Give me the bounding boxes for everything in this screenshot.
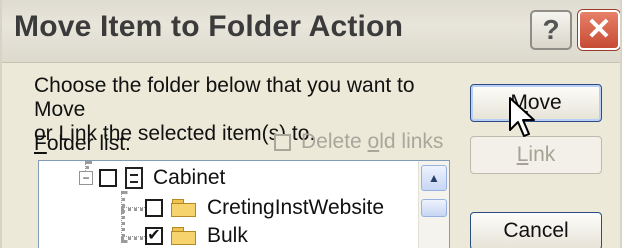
close-icon: ✕ xyxy=(586,13,612,46)
arrow-up-icon: ▲ xyxy=(428,171,440,185)
instructions-line-1: Choose the folder below that you want to… xyxy=(34,74,415,121)
tree-item-cabinet[interactable]: − Cabinet xyxy=(79,165,225,191)
tree-item-label: Cabinet xyxy=(153,166,226,189)
link-button-label: ink xyxy=(528,143,556,166)
delete-old-links-label-post: ld links xyxy=(379,130,444,153)
cancel-button[interactable]: Cancel xyxy=(470,212,602,248)
link-button[interactable]: Link xyxy=(470,136,602,174)
folder-list-label-text: older list: xyxy=(46,132,131,155)
question-icon: ? xyxy=(542,14,560,45)
tree-item-label: Bulk xyxy=(207,224,248,247)
folder-list-label-accelerator: F xyxy=(34,132,47,155)
move-item-dialog: Move Item to Folder Action ? ✕ Choose th… xyxy=(0,0,622,248)
cancel-button-label: Cancel xyxy=(503,219,569,242)
mouse-pointer-icon xyxy=(509,97,535,137)
tree-item-bulk[interactable]: ✔ Bulk xyxy=(145,223,248,248)
dialog-title: Move Item to Folder Action xyxy=(14,10,404,43)
folder-list-label: Folder list: xyxy=(34,132,131,156)
delete-old-links-checkbox[interactable]: Delete old links xyxy=(274,130,443,154)
delete-old-links-box[interactable] xyxy=(274,133,291,151)
collapse-icon[interactable]: − xyxy=(79,171,93,185)
folder-icon xyxy=(171,227,197,245)
cabinet-icon xyxy=(125,167,143,189)
tree-item-cretinginstwebsite[interactable]: CretingInstWebsite xyxy=(145,195,384,221)
folder-icon xyxy=(171,199,197,217)
close-button[interactable]: ✕ xyxy=(578,10,620,50)
tree-scrollbar[interactable]: ▲ xyxy=(418,161,449,248)
check-icon: ✔ xyxy=(147,227,161,244)
folder-tree[interactable]: − Cabinet CretingInstWebsite ✔ Bulk ▲ xyxy=(38,160,450,248)
tree-item-checkbox[interactable] xyxy=(145,199,163,217)
tree-item-checkbox[interactable]: ✔ xyxy=(145,227,163,245)
delete-old-links-label-pre: Delete xyxy=(301,130,368,153)
tree-item-label: CretingInstWebsite xyxy=(207,196,385,219)
tree-item-checkbox[interactable] xyxy=(99,169,117,187)
link-button-accelerator: L xyxy=(516,143,529,166)
title-bar[interactable]: Move Item to Folder Action ? ✕ xyxy=(2,0,620,63)
scroll-thumb[interactable] xyxy=(421,199,447,217)
delete-old-links-label: Delete old links xyxy=(301,130,443,154)
scroll-up-button[interactable]: ▲ xyxy=(421,165,447,191)
delete-old-links-label-accelerator: o xyxy=(367,130,380,153)
help-button[interactable]: ? xyxy=(530,10,572,50)
